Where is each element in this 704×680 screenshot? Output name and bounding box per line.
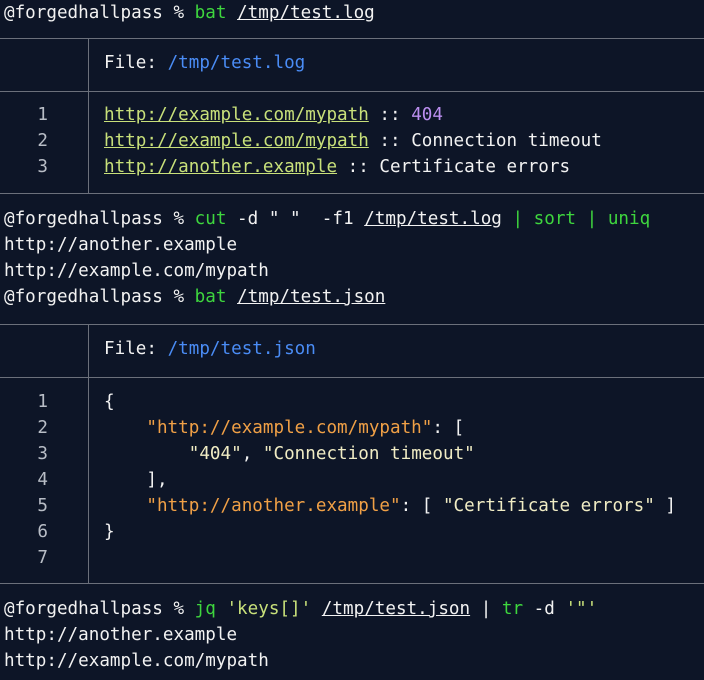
tr-quote-arg: '"' [565,599,598,619]
log-line: http://example.com/mypath :: 404 [104,102,443,128]
command-bat: bat [194,3,227,23]
json-line: "404", "Connection timeout" [104,441,475,467]
json-line: ], [104,467,168,493]
command-arg-path: /tmp/test.json [237,287,386,307]
bat-file-header: File: /tmp/test.log [104,50,305,76]
json-punct: : [ [400,496,443,516]
log-separator: :: [368,131,412,151]
bat-file-header: File: /tmp/test.json [104,336,316,362]
line-number: 3 [37,157,48,177]
command-bat: bat [194,287,227,307]
line-number: 1 [37,392,48,412]
json-key: "http://another.example" [146,496,401,516]
line-number: 7 [37,548,48,568]
json-line: "http://example.com/mypath": [ [104,415,464,441]
prompt-user: @forgedhallpass [4,287,163,307]
prompt-user: @forgedhallpass [4,209,163,229]
output-line: http://example.com/mypath [4,261,269,281]
log-message: Certificate errors [379,157,571,177]
bat-top-border [0,324,704,325]
prompt-symbol: % [173,209,185,229]
prompt-symbol: % [173,287,185,307]
prompt-line-bat-log: @forgedhallpass % bat /tmp/test.log [4,0,375,26]
line-number: 1 [37,105,48,125]
bat-bottom-border [0,583,704,584]
command-cut: cut [194,209,227,229]
command-args: -d " " -f1 [237,209,354,229]
prompt-line-cut: @forgedhallpass % cut -d " " -f1 /tmp/te… [4,206,650,232]
line-number: 3 [37,444,48,464]
log-separator: :: [337,157,380,177]
log-url: http://another.example [104,157,338,177]
json-line: "http://another.example": [ "Certificate… [104,493,676,519]
json-punct: ] [654,496,677,516]
bat-gutter-line [88,91,89,193]
command-arg-path: /tmp/test.log [237,3,375,23]
prompt-symbol: % [173,3,185,23]
line-number: 5 [37,496,48,516]
log-line: http://example.com/mypath :: Connection … [104,128,602,154]
command-tr: tr [501,599,524,619]
log-line: http://another.example :: Certificate er… [104,154,570,180]
bat-header-gutter-line [88,324,89,378]
log-separator: :: [368,105,412,125]
bat-top-border [0,38,704,39]
prompt-user: @forgedhallpass [4,599,163,619]
json-punct: , [241,444,263,464]
output-line: http://another.example [4,625,238,645]
command-arg-path: /tmp/test.json [321,599,471,619]
file-label: File: [104,339,157,359]
json-punct: ], [146,470,168,490]
json-punct: : [ [432,418,465,438]
json-line: { [104,392,115,412]
file-path: /tmp/test.log [167,53,306,73]
jq-filter: 'keys[]' [226,599,312,619]
command-args: -d [533,599,555,619]
command-uniq: uniq [607,209,651,229]
line-number: 4 [37,470,48,490]
bat-header-gutter-line [88,38,89,94]
bat-header-divider [0,377,704,378]
prompt-line-jq: @forgedhallpass % jq 'keys[]' /tmp/test.… [4,596,597,622]
json-line: } [104,522,115,542]
command-jq: jq [194,599,216,619]
json-key: "http://example.com/mypath" [146,418,433,438]
bat-bottom-border [0,193,704,194]
pipe-symbol: | [512,209,524,229]
prompt-symbol: % [173,599,185,619]
output-line: http://another.example [4,235,238,255]
output-line: http://example.com/mypath [4,651,269,671]
bat-header-divider [0,91,704,92]
json-string: "404" [188,444,242,464]
prompt-user: @forgedhallpass [4,3,163,23]
command-arg-path: /tmp/test.log [364,209,502,229]
pipe-symbol: | [480,599,492,619]
file-label: File: [104,53,157,73]
log-status-code: 404 [411,105,443,125]
pipe-symbol: | [586,209,598,229]
log-url: http://example.com/mypath [104,131,369,151]
command-sort: sort [533,209,577,229]
prompt-line-bat-json: @forgedhallpass % bat /tmp/test.json [4,284,385,310]
line-number: 2 [37,418,48,438]
log-message: Connection timeout [411,131,602,151]
line-number: 6 [37,522,48,542]
line-number: 2 [37,131,48,151]
bat-gutter-line [88,377,89,583]
log-url: http://example.com/mypath [104,105,369,125]
file-path: /tmp/test.json [167,339,316,359]
json-string: "Connection timeout" [262,444,475,464]
json-string: "Certificate errors" [442,496,655,516]
